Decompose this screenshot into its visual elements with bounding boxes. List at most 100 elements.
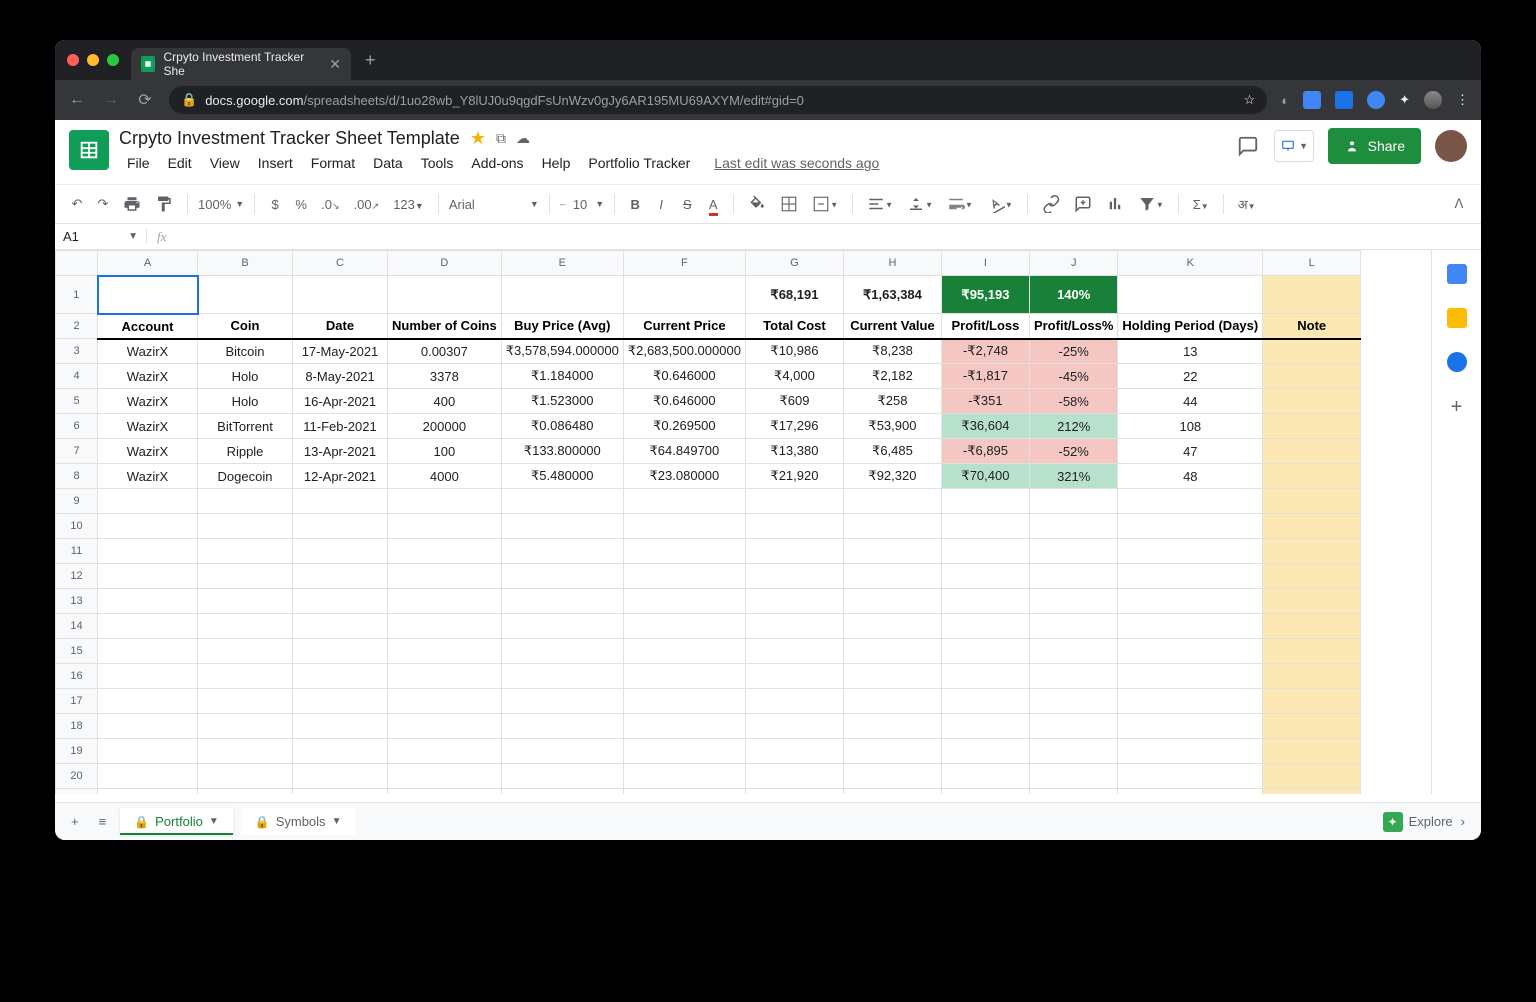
cell[interactable]: 4000: [388, 464, 502, 489]
header-cell[interactable]: Coin: [198, 314, 293, 339]
cell[interactable]: [98, 639, 198, 664]
cell[interactable]: [501, 764, 623, 789]
cell[interactable]: [843, 789, 941, 795]
cell[interactable]: [501, 739, 623, 764]
menu-format[interactable]: Format: [303, 153, 363, 173]
cell[interactable]: [388, 739, 502, 764]
cell[interactable]: [293, 489, 388, 514]
header-cell[interactable]: Holding Period (Days): [1118, 314, 1263, 339]
cell[interactable]: 140%: [1029, 276, 1117, 314]
insert-comment-button[interactable]: [1070, 191, 1096, 217]
cell[interactable]: [501, 789, 623, 795]
cell[interactable]: [501, 689, 623, 714]
cell[interactable]: ₹258: [843, 389, 941, 414]
cell[interactable]: [941, 514, 1029, 539]
insert-link-button[interactable]: [1038, 191, 1064, 217]
cell[interactable]: [1029, 564, 1117, 589]
cell[interactable]: 48: [1118, 464, 1263, 489]
cell[interactable]: [941, 614, 1029, 639]
cell[interactable]: [1263, 539, 1361, 564]
cell[interactable]: [745, 614, 843, 639]
cell[interactable]: [98, 539, 198, 564]
percent-button[interactable]: %: [291, 193, 311, 216]
cell[interactable]: ₹53,900: [843, 414, 941, 439]
cell[interactable]: [1118, 764, 1263, 789]
cell[interactable]: [1029, 589, 1117, 614]
minimize-window-icon[interactable]: [87, 54, 99, 66]
cell[interactable]: [623, 739, 745, 764]
cell[interactable]: [941, 664, 1029, 689]
cell[interactable]: ₹0.086480: [501, 414, 623, 439]
cell[interactable]: [623, 589, 745, 614]
cell[interactable]: [501, 714, 623, 739]
cell[interactable]: [623, 689, 745, 714]
number-format-button[interactable]: 123▼: [389, 193, 428, 216]
comments-button[interactable]: [1236, 134, 1260, 158]
header-cell[interactable]: Current Price: [623, 314, 745, 339]
cell[interactable]: [1029, 639, 1117, 664]
cell[interactable]: [745, 789, 843, 795]
header-cell[interactable]: Profit/Loss: [941, 314, 1029, 339]
cell[interactable]: 100: [388, 439, 502, 464]
menu-edit[interactable]: Edit: [160, 153, 200, 173]
cell[interactable]: [388, 276, 502, 314]
column-header[interactable]: I: [941, 251, 1029, 276]
column-header[interactable]: H: [843, 251, 941, 276]
cell[interactable]: [1029, 764, 1117, 789]
cell[interactable]: 13: [1118, 339, 1263, 364]
column-header[interactable]: L: [1263, 251, 1361, 276]
header-cell[interactable]: Buy Price (Avg): [501, 314, 623, 339]
horizontal-align-button[interactable]: ▼: [863, 191, 897, 217]
cell[interactable]: [98, 489, 198, 514]
cell[interactable]: [843, 764, 941, 789]
cell[interactable]: ₹2,182: [843, 364, 941, 389]
last-edit-text[interactable]: Last edit was seconds ago: [706, 153, 887, 173]
cell[interactable]: [1263, 339, 1361, 364]
cell[interactable]: [98, 664, 198, 689]
cell[interactable]: ₹21,920: [745, 464, 843, 489]
row-header[interactable]: 8: [56, 464, 98, 489]
extension-icon[interactable]: [1303, 91, 1321, 109]
cell[interactable]: ₹68,191: [745, 276, 843, 314]
cell[interactable]: ₹133.800000: [501, 439, 623, 464]
cell[interactable]: ₹5.480000: [501, 464, 623, 489]
header-cell[interactable]: Profit/Loss%: [1029, 314, 1117, 339]
cell[interactable]: [1029, 614, 1117, 639]
cell[interactable]: [293, 664, 388, 689]
cell[interactable]: [1118, 276, 1263, 314]
currency-button[interactable]: $: [265, 193, 285, 216]
cell[interactable]: [293, 789, 388, 795]
cell[interactable]: [388, 614, 502, 639]
calendar-addon-icon[interactable]: [1447, 264, 1467, 284]
italic-button[interactable]: I: [651, 193, 671, 216]
forward-button[interactable]: →: [101, 91, 121, 109]
cell[interactable]: WazirX: [98, 464, 198, 489]
cell[interactable]: [198, 764, 293, 789]
row-header[interactable]: 21: [56, 789, 98, 795]
cell[interactable]: [198, 589, 293, 614]
zoom-selector[interactable]: 100%▼: [198, 197, 244, 212]
borders-button[interactable]: [776, 191, 802, 217]
row-header[interactable]: 16: [56, 664, 98, 689]
text-color-button[interactable]: A: [703, 193, 723, 216]
cell[interactable]: [843, 614, 941, 639]
cell[interactable]: [623, 764, 745, 789]
add-addon-icon[interactable]: +: [1451, 396, 1463, 419]
row-header[interactable]: 12: [56, 564, 98, 589]
cell[interactable]: [1263, 276, 1361, 314]
cell[interactable]: -52%: [1029, 439, 1117, 464]
cell[interactable]: ₹1,63,384: [843, 276, 941, 314]
menu-data[interactable]: Data: [365, 153, 411, 173]
close-window-icon[interactable]: [67, 54, 79, 66]
cell[interactable]: [745, 664, 843, 689]
cell[interactable]: BitTorrent: [198, 414, 293, 439]
cell[interactable]: [1263, 664, 1361, 689]
increase-decimal-button[interactable]: .00↗: [350, 193, 384, 216]
cell[interactable]: [293, 639, 388, 664]
cell[interactable]: [198, 614, 293, 639]
cell[interactable]: [293, 589, 388, 614]
cell[interactable]: [941, 564, 1029, 589]
cell[interactable]: [501, 589, 623, 614]
chrome-menu-icon[interactable]: ⋮: [1456, 92, 1469, 108]
cell[interactable]: [98, 589, 198, 614]
